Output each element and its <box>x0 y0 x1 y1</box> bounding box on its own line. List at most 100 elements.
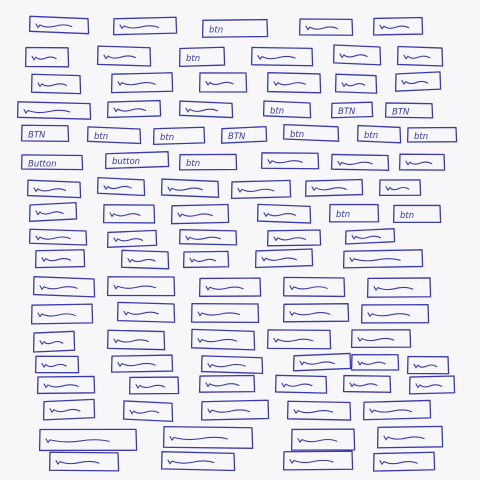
placeholder-squiggle <box>413 363 438 369</box>
placeholder-squiggle <box>297 438 338 444</box>
wireframe-box <box>256 203 312 224</box>
wireframe-box <box>282 450 354 471</box>
wireframe-box <box>406 355 450 375</box>
wireframe-box <box>128 376 180 395</box>
wireframe-box: BTN <box>220 125 268 144</box>
wireframe-box: btn <box>178 153 238 171</box>
placeholder-squiggle <box>379 460 418 466</box>
wireframe-box <box>398 153 446 171</box>
wireframe-box <box>266 229 322 247</box>
wireframe-box <box>162 426 254 449</box>
wireframe-box <box>102 204 156 224</box>
box-label: btn <box>270 106 284 116</box>
wireframe-box <box>48 451 120 472</box>
box-label: btn <box>94 132 108 142</box>
placeholder-squiggle <box>205 285 244 291</box>
wireframe-box <box>200 399 270 421</box>
placeholder-squiggle <box>117 362 156 368</box>
placeholder-squiggle <box>383 435 425 441</box>
placeholder-squiggle <box>113 338 149 344</box>
placeholder-squiggle <box>37 82 68 88</box>
placeholder-squiggle <box>31 55 57 61</box>
box-label: BTN <box>28 130 46 140</box>
wireframe-box: btn <box>328 203 380 223</box>
wireframe-box <box>260 152 320 170</box>
placeholder-squiggle <box>289 311 331 317</box>
wireframe-box <box>38 428 138 452</box>
placeholder-squiggle <box>293 409 334 415</box>
wireframe-box <box>28 228 88 246</box>
placeholder-squiggle <box>207 363 246 369</box>
wireframe-box <box>286 400 352 421</box>
wireframe-box <box>334 73 378 94</box>
wireframe-box <box>200 355 264 375</box>
wireframe-box <box>362 399 432 421</box>
placeholder-squiggle <box>341 82 366 88</box>
placeholder-squiggle <box>367 312 411 318</box>
wireframe-box: btn <box>392 204 442 224</box>
wireframe-box: btn <box>282 124 340 142</box>
placeholder-squiggle <box>267 159 303 165</box>
wireframe-box <box>274 374 328 394</box>
placeholder-squiggle <box>207 408 251 414</box>
placeholder-squiggle <box>379 24 410 30</box>
wireframe-box <box>250 46 314 67</box>
wireframe-box <box>396 45 444 67</box>
placeholder-squiggle <box>43 383 79 389</box>
wireframe-box <box>366 277 432 298</box>
wireframe-box <box>198 374 256 393</box>
placeholder-squiggle <box>35 210 64 216</box>
wireframe-box: BTN <box>20 124 70 143</box>
wireframe-box: Button <box>20 154 84 171</box>
wireframe-box <box>344 228 396 245</box>
box-label: btn <box>186 54 200 64</box>
placeholder-squiggle <box>189 257 217 263</box>
wireframe-box <box>26 179 82 199</box>
box-label: btn <box>290 130 304 140</box>
wireframe-box: btn <box>262 100 312 119</box>
box-label: btn <box>160 133 174 143</box>
placeholder-squiggle <box>135 383 166 389</box>
wireframe-box <box>32 330 76 353</box>
placeholder-squiggle <box>45 438 110 444</box>
placeholder-squiggle <box>167 186 203 192</box>
wireframe-box <box>96 177 146 197</box>
wireframe-box <box>360 303 430 324</box>
placeholder-squiggle <box>339 53 368 59</box>
placeholder-squiggle <box>197 311 241 317</box>
wireframe-box <box>28 202 78 222</box>
box-label: btn <box>364 131 378 141</box>
placeholder-squiggle <box>41 257 72 263</box>
wireframe-box: BTN <box>330 101 374 119</box>
box-label: BTN <box>392 107 410 117</box>
placeholder-squiggle <box>305 25 338 31</box>
placeholder-squiggle <box>237 187 275 193</box>
wireframe-box <box>16 101 92 120</box>
wireframe-box <box>30 73 82 95</box>
wireframe-box <box>198 72 248 93</box>
wireframe-box <box>190 328 256 351</box>
wireframe-box <box>182 250 230 269</box>
placeholder-squiggle <box>357 360 386 366</box>
placeholder-squiggle <box>113 237 144 243</box>
wireframe-box <box>106 276 176 297</box>
wireframe-box <box>160 451 236 472</box>
placeholder-squiggle <box>55 460 100 466</box>
wireframe-box <box>350 329 412 349</box>
wireframe-box <box>160 178 220 198</box>
placeholder-squiggle <box>385 186 410 192</box>
placeholder-squiggle <box>299 360 335 366</box>
wireframe-box <box>190 302 260 324</box>
placeholder-squiggle <box>127 258 156 264</box>
placeholder-squiggle <box>129 409 160 415</box>
wireframe-box <box>342 249 424 269</box>
placeholder-squiggle <box>119 24 160 30</box>
placeholder-squiggle <box>349 257 401 263</box>
wireframe-box <box>34 355 80 374</box>
wireframe-box <box>120 249 170 270</box>
placeholder-squiggle <box>273 337 314 343</box>
wireframe-box <box>254 248 314 269</box>
wireframe-box: btn <box>356 124 402 144</box>
placeholder-squiggle <box>273 81 306 87</box>
placeholder-squiggle <box>311 186 347 192</box>
